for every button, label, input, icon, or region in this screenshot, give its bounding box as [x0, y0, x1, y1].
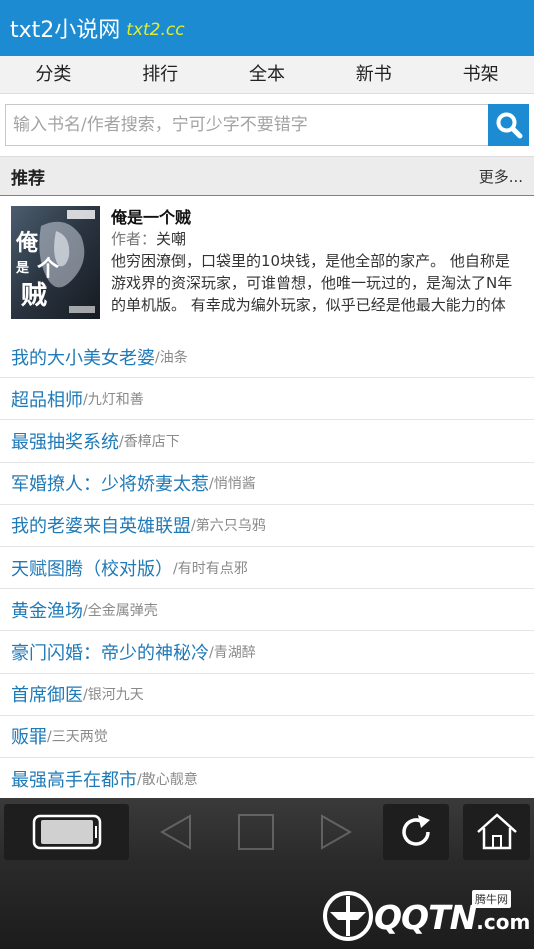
back-button[interactable]: [140, 804, 212, 860]
more-link[interactable]: 更多...: [479, 166, 523, 187]
watermark: QQTN.com 腾牛网: [322, 890, 530, 945]
book-author: /有时有点邪: [173, 560, 248, 577]
svg-text:是: 是: [15, 261, 30, 276]
recommend-title: 推荐: [11, 168, 45, 189]
nav-item-category[interactable]: 分类: [0, 56, 107, 93]
back-arrow-icon: [159, 814, 191, 850]
book-author: /香樟店下: [119, 433, 180, 450]
svg-text:贼: 贼: [21, 281, 47, 311]
qqtn-logo-icon: [323, 891, 373, 941]
list-item[interactable]: 黄金渔场/全金属弹壳: [0, 589, 534, 632]
tabs-button[interactable]: [220, 804, 292, 860]
refresh-button[interactable]: [383, 804, 449, 860]
forward-arrow-icon: [321, 814, 353, 850]
recommend-section-header: 推荐 更多...: [0, 156, 534, 196]
site-title[interactable]: txt2小说网: [10, 12, 120, 44]
author-name: 关嘲: [156, 230, 187, 248]
list-item[interactable]: 我的老婆来自英雄联盟/第六只乌鸦: [0, 505, 534, 547]
search-bar: [5, 104, 529, 146]
app-header: txt2小说网 txt2.cc: [0, 0, 534, 56]
book-title[interactable]: 贩罪: [11, 723, 47, 749]
nav-item-ranking[interactable]: 排行: [107, 56, 214, 93]
refresh-icon: [402, 815, 430, 846]
book-list: 我的大小美女老婆/油条 超品相师/九灯和善 最强抽奖系统/香樟店下 军婚撩人：少…: [0, 336, 534, 800]
book-author: /全金属弹壳: [83, 602, 158, 619]
book-author: /银河九天: [83, 687, 144, 704]
book-author: /三天两觉: [47, 729, 108, 746]
main-nav: 分类 排行 全本 新书 书架: [0, 56, 534, 94]
list-item[interactable]: 天赋图腾（校对版）/有时有点邪: [0, 547, 534, 590]
book-title[interactable]: 黄金渔场: [11, 597, 83, 623]
book-title[interactable]: 军婚撩人：少将娇妻太惹: [11, 470, 209, 496]
book-title[interactable]: 最强高手在都市: [11, 766, 137, 792]
list-item[interactable]: 豪门闪婚：帝少的神秘冷/青湖醉: [0, 631, 534, 674]
home-icon: [476, 813, 517, 850]
site-domain: txt2.cc: [126, 19, 185, 40]
nav-item-new[interactable]: 新书: [320, 56, 427, 93]
svg-text:俺: 俺: [15, 230, 39, 256]
home-button[interactable]: [463, 804, 530, 860]
book-author: /悄悄酱: [209, 476, 256, 493]
svg-text:个: 个: [37, 257, 60, 282]
search-button[interactable]: [488, 104, 529, 146]
featured-book-author: 作者：关嘲: [111, 228, 523, 250]
book-title[interactable]: 我的大小美女老婆: [11, 344, 155, 370]
nav-item-bookshelf[interactable]: 书架: [427, 56, 534, 93]
list-item[interactable]: 贩罪/三天两觉: [0, 716, 534, 758]
list-item[interactable]: 首席御医/银河九天: [0, 674, 534, 716]
rotate-screen-icon: [32, 814, 101, 850]
book-author: /青湖醉: [209, 644, 256, 661]
forward-button[interactable]: [300, 804, 372, 860]
list-item[interactable]: 超品相师/九灯和善: [0, 378, 534, 421]
book-author: /九灯和善: [83, 391, 144, 408]
book-author: /散心靓意: [137, 771, 198, 788]
featured-book-description: 他穷困潦倒，口袋里的10块钱，是他全部的家产。 他自称是游戏界的资深玩家，可谁曾…: [111, 252, 513, 314]
browser-toolbar: QQTN.com 腾牛网: [0, 798, 534, 949]
book-title[interactable]: 首席御医: [11, 681, 83, 707]
book-title[interactable]: 我的老婆来自英雄联盟: [11, 512, 191, 538]
featured-book-info: 俺是一个贼 作者：关嘲 他穷困潦倒，口袋里的10块钱，是他全部的家产。 他自称是…: [111, 206, 523, 316]
search-icon: [496, 112, 522, 139]
book-title[interactable]: 豪门闪婚：帝少的神秘冷: [11, 639, 209, 665]
book-author: /第六只乌鸦: [191, 518, 266, 535]
list-item[interactable]: 我的大小美女老婆/油条: [0, 336, 534, 379]
featured-book-title[interactable]: 俺是一个贼: [111, 208, 523, 228]
featured-book[interactable]: 俺 是 个 贼 俺是一个贼 作者：关嘲 他穷困潦倒，口袋里的10块钱，是他全部的…: [0, 196, 534, 326]
watermark-badge: 腾牛网: [472, 890, 511, 908]
author-label: 作者：: [111, 230, 157, 248]
list-item[interactable]: 军婚撩人：少将娇妻太惹/悄悄酱: [0, 463, 534, 505]
book-title[interactable]: 超品相师: [11, 386, 83, 412]
book-title[interactable]: 最强抽奖系统: [11, 428, 119, 454]
list-item[interactable]: 最强抽奖系统/香樟店下: [0, 420, 534, 463]
book-title[interactable]: 天赋图腾（校对版）: [11, 555, 173, 581]
tabs-square-icon: [238, 814, 274, 850]
book-author: /油条: [155, 349, 188, 366]
book-cover-image[interactable]: 俺 是 个 贼: [11, 206, 100, 319]
list-item[interactable]: 最强高手在都市/散心靓意: [0, 758, 534, 800]
rotate-screen-button[interactable]: [4, 804, 129, 860]
nav-item-complete[interactable]: 全本: [214, 56, 321, 93]
search-input[interactable]: [5, 104, 488, 146]
